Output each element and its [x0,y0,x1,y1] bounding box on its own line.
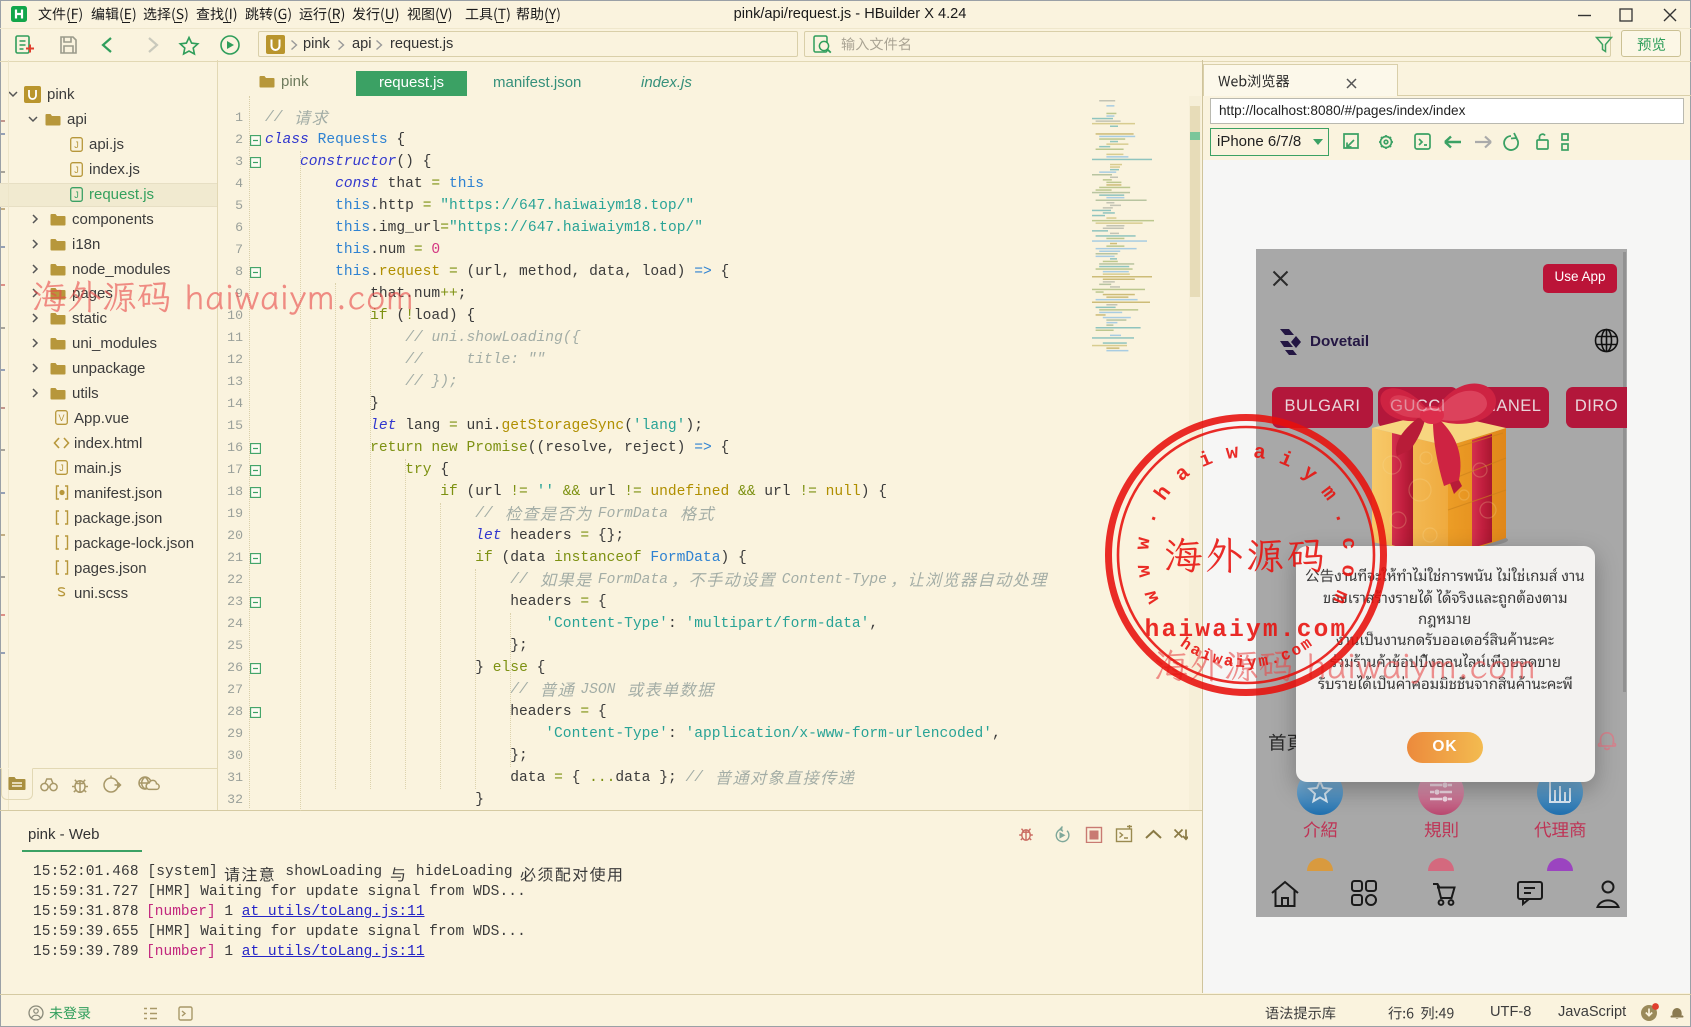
svg-text:V: V [58,413,64,423]
svg-text:J: J [59,463,64,473]
svg-text:J: J [74,140,79,150]
svg-text:J: J [74,190,79,200]
svg-text:J: J [74,165,79,175]
